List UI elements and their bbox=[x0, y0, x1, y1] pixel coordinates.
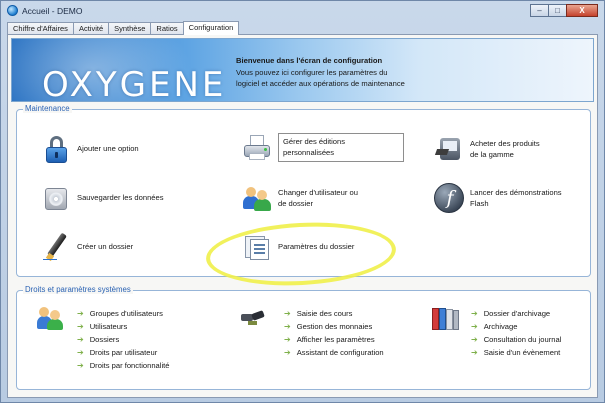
header-banner: OXYGENE Bienvenue dans l'écran de config… bbox=[11, 38, 594, 102]
arrow-icon: ➔ bbox=[284, 322, 291, 331]
configuration-panel: OXYGENE Bienvenue dans l'écran de config… bbox=[7, 34, 598, 398]
gerer-editions-label: Gérer des éditions personnalisées bbox=[278, 132, 404, 162]
link-label: Afficher les paramètres bbox=[296, 335, 375, 344]
link-gestion-monnaies[interactable]: ➔ Gestion des monnaies bbox=[284, 322, 372, 331]
archive-binders-icon bbox=[431, 305, 459, 331]
droits-section: Droits et paramètres systèmes ➔ Groupes d… bbox=[16, 285, 591, 390]
app-icon bbox=[7, 5, 18, 16]
close-button[interactable]: X bbox=[566, 4, 598, 17]
arrow-icon: ➔ bbox=[471, 348, 478, 357]
changer-utilisateur-line2: de dossier bbox=[278, 199, 314, 208]
title-bar: Accueil - DEMO – □ X bbox=[1, 1, 604, 21]
link-label: Saisie d'un évènement bbox=[483, 348, 561, 357]
maintenance-title: Maintenance bbox=[23, 104, 72, 113]
link-label: Groupes d'utilisateurs bbox=[89, 309, 163, 318]
link-afficher-parametres[interactable]: ➔ Afficher les paramètres bbox=[284, 335, 375, 344]
droits-title: Droits et paramètres systèmes bbox=[23, 285, 133, 294]
tab-bar: Chiffre d'Affaires Activité Synthèse Rat… bbox=[7, 21, 240, 35]
arrow-icon: ➔ bbox=[284, 335, 291, 344]
gerer-editions-line2: personnalisées bbox=[283, 148, 335, 157]
tab-configuration[interactable]: Configuration bbox=[182, 21, 240, 35]
acheter-produits-line1: Acheter des produits bbox=[470, 138, 540, 148]
disk-icon bbox=[41, 183, 71, 213]
link-label: Gestion des monnaies bbox=[296, 322, 373, 331]
acheter-produits-label: Acheter des produits de la gamme bbox=[470, 138, 540, 161]
gerer-editions-line1: Gérer des éditions bbox=[283, 136, 346, 146]
welcome-message: Bienvenue dans l'écran de configuration … bbox=[236, 55, 406, 90]
changer-utilisateur-line1: Changer d'utilisateur ou bbox=[278, 187, 358, 197]
arrow-icon: ➔ bbox=[284, 348, 291, 357]
link-assistant-configuration[interactable]: ➔ Assistant de configuration bbox=[284, 348, 384, 357]
link-saisie-evenement[interactable]: ➔ Saisie d'un évènement bbox=[471, 348, 560, 357]
lock-icon bbox=[41, 134, 71, 164]
creer-dossier-item[interactable]: Créer un dossier bbox=[41, 232, 133, 262]
printer-icon bbox=[242, 132, 272, 162]
arrow-icon: ➔ bbox=[77, 335, 84, 344]
sauvegarder-item[interactable]: Sauvegarder les données bbox=[41, 183, 164, 213]
acheter-produits-item[interactable]: Acheter des produits de la gamme bbox=[434, 134, 540, 164]
arrow-icon: ➔ bbox=[77, 348, 84, 357]
acheter-produits-line2: de la gamme bbox=[470, 150, 514, 159]
oxygene-logo: OXYGENE bbox=[42, 65, 227, 102]
arrow-icon: ➔ bbox=[77, 322, 84, 331]
welcome-text: Vous pouvez ici configurer les paramètre… bbox=[236, 67, 405, 89]
arrow-icon: ➔ bbox=[471, 335, 478, 344]
link-utilisateurs[interactable]: ➔ Utilisateurs bbox=[77, 322, 127, 331]
creer-dossier-label: Créer un dossier bbox=[77, 242, 134, 252]
window-title: Accueil - DEMO bbox=[22, 6, 83, 16]
pen-icon bbox=[41, 232, 71, 262]
system-group: ➔ Saisie des cours ➔ Gestion des monnaies … bbox=[239, 305, 419, 385]
link-droits-fonctionnalite[interactable]: ➔ Droits par fonctionnalité bbox=[77, 361, 169, 370]
link-dossier-archivage[interactable]: ➔ Dossier d'archivage bbox=[471, 309, 550, 318]
link-label: Assistant de configuration bbox=[296, 348, 384, 357]
cables-icon bbox=[239, 305, 267, 331]
link-label: Dossier d'archivage bbox=[483, 309, 551, 318]
window-controls: – □ X bbox=[530, 4, 598, 17]
link-saisie-cours[interactable]: ➔ Saisie des cours bbox=[284, 309, 352, 318]
link-label: Utilisateurs bbox=[89, 322, 128, 331]
gerer-editions-item[interactable]: Gérer des éditions personnalisées bbox=[242, 132, 404, 162]
welcome-title: Bienvenue dans l'écran de configuration bbox=[236, 56, 383, 65]
users-icon bbox=[242, 183, 272, 213]
main-window: Accueil - DEMO – □ X Chiffre d'Affaires … bbox=[0, 0, 605, 403]
arrow-icon: ➔ bbox=[77, 361, 84, 370]
sauvegarder-label: Sauvegarder les données bbox=[77, 193, 164, 203]
link-consultation-journal[interactable]: ➔ Consultation du journal bbox=[471, 335, 561, 344]
ajouter-option-label: Ajouter une option bbox=[77, 144, 139, 154]
link-label: Consultation du journal bbox=[483, 335, 562, 344]
minimize-button[interactable]: – bbox=[530, 4, 549, 17]
link-groupes-utilisateurs[interactable]: ➔ Groupes d'utilisateurs bbox=[77, 309, 163, 318]
arrow-icon: ➔ bbox=[77, 309, 84, 318]
arrow-icon: ➔ bbox=[471, 309, 478, 318]
users-group: ➔ Groupes d'utilisateurs ➔ Utilisateurs ➔ D… bbox=[37, 305, 217, 385]
shopping-cart-icon bbox=[434, 134, 464, 164]
maximize-button[interactable]: □ bbox=[548, 4, 567, 17]
lancer-demos-item[interactable]: f Lancer des démonstrations Flash bbox=[434, 183, 562, 213]
users-icon bbox=[37, 305, 65, 331]
link-label: Archivage bbox=[483, 322, 518, 331]
changer-utilisateur-label: Changer d'utilisateur ou de dossier bbox=[278, 187, 358, 210]
changer-utilisateur-item[interactable]: Changer d'utilisateur ou de dossier bbox=[242, 183, 358, 213]
link-label: Droits par utilisateur bbox=[89, 348, 158, 357]
link-label: Saisie des cours bbox=[296, 309, 353, 318]
link-label: Dossiers bbox=[89, 335, 120, 344]
arrow-icon: ➔ bbox=[284, 309, 291, 318]
link-archivage[interactable]: ➔ Archivage bbox=[471, 322, 517, 331]
lancer-demos-line2: Flash bbox=[470, 199, 489, 208]
link-dossiers[interactable]: ➔ Dossiers bbox=[77, 335, 119, 344]
archive-group: ➔ Dossier d'archivage ➔ Archivage ➔ Consult… bbox=[431, 305, 591, 385]
link-label: Droits par fonctionnalité bbox=[89, 361, 170, 370]
link-droits-utilisateur[interactable]: ➔ Droits par utilisateur bbox=[77, 348, 157, 357]
lancer-demos-line1: Lancer des démonstrations bbox=[470, 187, 562, 197]
lancer-demos-label: Lancer des démonstrations Flash bbox=[470, 187, 562, 210]
arrow-icon: ➔ bbox=[471, 322, 478, 331]
flash-icon: f bbox=[434, 183, 464, 213]
ajouter-option-item[interactable]: Ajouter une option bbox=[41, 134, 139, 164]
